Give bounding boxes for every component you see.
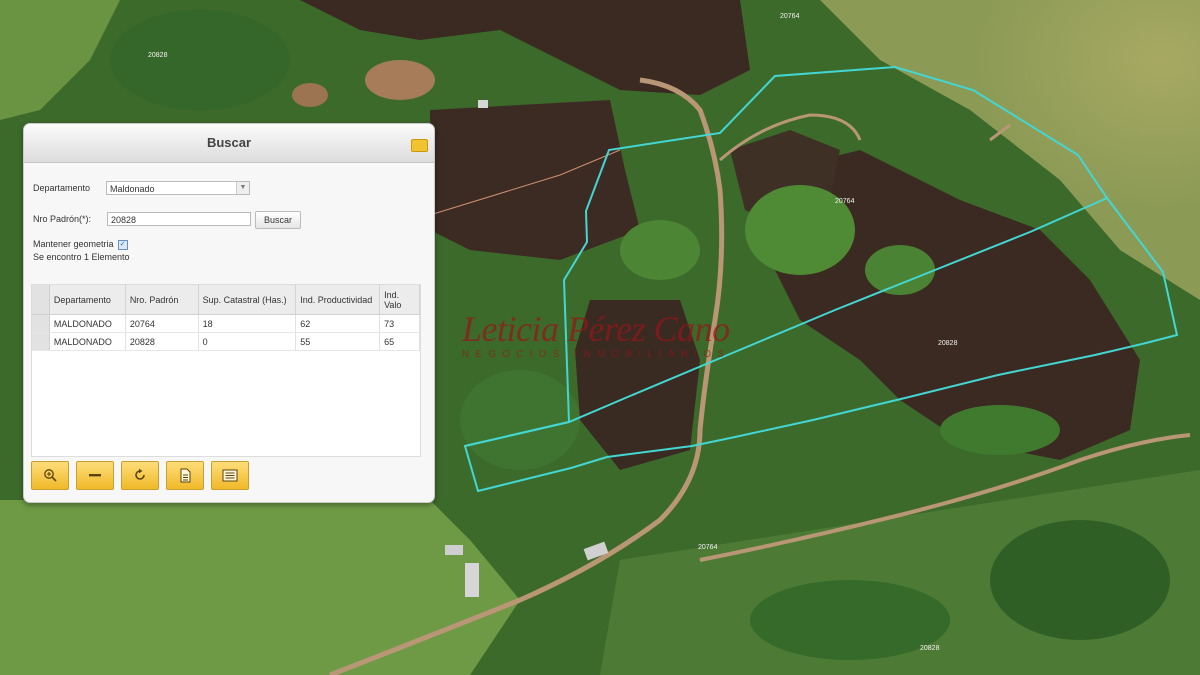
padron-label: Nro Padrón(*): xyxy=(33,214,92,224)
padron-row: Nro Padrón(*): 20828 Buscar xyxy=(33,211,301,229)
table-header-row: Departamento Nro. Padrón Sup. Catastral … xyxy=(32,285,420,315)
column-header[interactable]: Sup. Catastral (Has.) xyxy=(198,285,297,315)
refresh-button[interactable] xyxy=(121,461,159,490)
watermark: Leticia Pérez Cano NEGOCIOS INMOBILIARIO… xyxy=(462,311,752,360)
document-button[interactable] xyxy=(166,461,204,490)
departamento-value: Maldonado xyxy=(110,184,155,194)
column-header[interactable]: Ind. Productividad xyxy=(295,285,381,315)
table-row[interactable]: MALDONADO 20764 18 62 73 xyxy=(32,314,420,333)
row-selector-header xyxy=(32,285,50,315)
parcel-label: 20828 xyxy=(920,645,940,652)
tree-cluster xyxy=(940,405,1060,455)
table-cell: 55 xyxy=(295,332,381,351)
bare-soil xyxy=(292,83,328,107)
list-button[interactable] xyxy=(211,461,249,490)
column-header[interactable]: Nro. Padrón xyxy=(125,285,199,315)
tree-cluster xyxy=(865,245,935,295)
tree-cluster xyxy=(460,370,580,470)
table-cell: MALDONADO xyxy=(49,332,126,351)
mantener-row: Mantener geometria ✓ xyxy=(33,239,128,250)
remove-button[interactable] xyxy=(76,461,114,490)
column-header[interactable]: Ind. Valo xyxy=(379,285,420,315)
column-header[interactable]: Departamento xyxy=(49,285,126,315)
chevron-down-icon[interactable]: ▼ xyxy=(236,182,249,194)
watermark-name: Leticia Pérez Cano xyxy=(462,309,730,349)
results-table: Departamento Nro. Padrón Sup. Catastral … xyxy=(32,285,420,351)
tree-cluster xyxy=(110,10,290,110)
mantener-checkbox[interactable]: ✓ xyxy=(117,239,128,250)
table-cell: 73 xyxy=(379,314,420,333)
zoom-in-icon xyxy=(44,469,57,482)
search-dialog: Buscar Departamento Maldonado ▼ Nro Padr… xyxy=(23,123,435,503)
tree-cluster xyxy=(990,520,1170,640)
tree-cluster xyxy=(620,220,700,280)
remove-icon xyxy=(89,474,101,477)
departamento-label: Departamento xyxy=(33,183,91,193)
buscar-button[interactable]: Buscar xyxy=(255,211,301,229)
zoom-in-button[interactable] xyxy=(31,461,69,490)
parcel-label: 20828 xyxy=(938,340,958,347)
building xyxy=(478,100,488,108)
watermark-subtitle: NEGOCIOS INMOBILIARIOS xyxy=(462,349,731,360)
table-cell: 0 xyxy=(198,332,297,351)
bare-soil xyxy=(365,60,435,100)
table-cell: 18 xyxy=(198,314,297,333)
refresh-icon xyxy=(135,468,145,480)
row-selector[interactable] xyxy=(32,332,50,351)
dialog-close-button[interactable] xyxy=(411,139,428,152)
padron-input[interactable]: 20828 xyxy=(107,212,251,226)
mantener-label: Mantener geometria xyxy=(33,239,114,249)
wetland-west xyxy=(430,100,640,260)
building xyxy=(445,545,463,555)
table-cell: 20764 xyxy=(125,314,199,333)
list-icon xyxy=(222,469,238,482)
row-selector[interactable] xyxy=(32,314,50,333)
dialog-title: Buscar xyxy=(24,124,434,163)
document-icon xyxy=(180,468,191,483)
departamento-row: Departamento Maldonado ▼ xyxy=(33,181,250,195)
building xyxy=(465,563,479,597)
table-cell: 62 xyxy=(295,314,381,333)
departamento-select[interactable]: Maldonado ▼ xyxy=(106,181,250,195)
parcel-label: 20764 xyxy=(780,13,800,20)
field-southwest xyxy=(0,500,520,675)
table-cell: 65 xyxy=(379,332,420,351)
table-cell: 20828 xyxy=(125,332,199,351)
table-row[interactable]: MALDONADO 20828 0 55 65 xyxy=(32,332,420,351)
results-grid: Departamento Nro. Padrón Sup. Catastral … xyxy=(31,284,421,457)
parcel-label: 20764 xyxy=(698,544,718,551)
status-text: Se encontro 1 Elemento xyxy=(33,252,130,262)
parcel-label: 20764 xyxy=(835,198,855,205)
parcel-label: 20828 xyxy=(148,52,168,59)
table-cell: MALDONADO xyxy=(49,314,126,333)
